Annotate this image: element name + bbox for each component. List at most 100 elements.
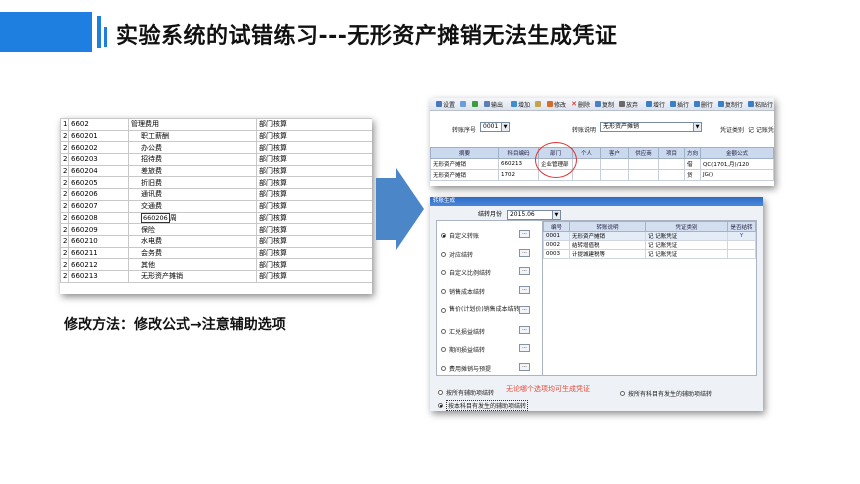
toolbar-button[interactable] bbox=[458, 101, 469, 107]
more-button[interactable]: ... bbox=[519, 267, 530, 275]
radio-icon[interactable] bbox=[441, 347, 446, 352]
grid-cell[interactable] bbox=[658, 158, 685, 170]
grid-cell[interactable] bbox=[600, 158, 629, 170]
more-button[interactable]: ... bbox=[519, 249, 530, 257]
more-button[interactable]: ... bbox=[519, 326, 530, 334]
toolbar-button[interactable]: 复制 bbox=[593, 100, 616, 109]
code-cell: 660207 bbox=[68, 199, 129, 213]
grid-cell[interactable] bbox=[658, 169, 685, 181]
toolbar-button[interactable]: 设置 bbox=[434, 100, 457, 109]
more-button[interactable]: ... bbox=[519, 286, 530, 294]
transfer-type-option[interactable]: 汇兑损益结转 bbox=[441, 327, 485, 336]
toolbar-icon bbox=[718, 101, 725, 107]
grid-cell[interactable] bbox=[628, 169, 659, 181]
toolbar-button[interactable]: 插行 bbox=[668, 100, 691, 109]
toolbar-button[interactable]: ✕ 删除 bbox=[569, 100, 592, 109]
toolbar-button[interactable]: 放弃 bbox=[617, 100, 640, 109]
grid-cell[interactable]: 无形资产摊销 bbox=[430, 158, 499, 170]
dept-cell: 部门核算 bbox=[256, 269, 372, 283]
radio-icon[interactable] bbox=[441, 270, 446, 275]
aux-option[interactable]: 按本科目有发生的辅助项结转 bbox=[438, 400, 529, 411]
toolbar-button[interactable] bbox=[470, 101, 481, 107]
toolbar-button[interactable]: 删行 bbox=[692, 100, 715, 109]
transfer-type-option[interactable]: 售价(计划价)销售成本结转 bbox=[441, 307, 521, 313]
column-header: 编号 bbox=[543, 221, 570, 232]
radio-icon[interactable] bbox=[441, 233, 446, 238]
toolbar-icon bbox=[460, 101, 467, 107]
radio-icon[interactable] bbox=[441, 329, 446, 334]
grid-cell[interactable]: 无形资产摊销 bbox=[430, 169, 499, 181]
grid-cell[interactable]: QC(1701,月)/120 bbox=[700, 158, 774, 170]
level-cell: 2 bbox=[60, 164, 69, 178]
radio-icon[interactable] bbox=[441, 366, 446, 371]
name-cell: 办公费 bbox=[128, 141, 257, 155]
seq-select[interactable]: 0001 ▼ bbox=[480, 122, 510, 132]
radio-icon[interactable] bbox=[441, 289, 446, 294]
more-button[interactable]: ... bbox=[519, 230, 530, 238]
toolbar-button[interactable]: 输出 bbox=[482, 100, 505, 109]
transfer-type-option[interactable]: 销售成本结转 bbox=[441, 287, 485, 296]
toolbar-button[interactable]: 修改 bbox=[545, 100, 568, 109]
grid-cell[interactable] bbox=[600, 169, 629, 181]
dept-cell: 部门核算 bbox=[256, 118, 372, 131]
grid-cell[interactable]: 借 bbox=[684, 158, 701, 170]
grid-cell[interactable] bbox=[572, 169, 601, 181]
grid-cell[interactable]: 贷 bbox=[684, 169, 701, 181]
table-row: 2 660208 660206 周部门核算 bbox=[60, 211, 372, 225]
desc-value: 无形资产摊销 bbox=[603, 123, 640, 130]
aux-option[interactable]: 按所有辅助项结转 bbox=[438, 388, 494, 397]
more-button[interactable]: ... bbox=[519, 344, 530, 352]
radio-icon[interactable] bbox=[620, 391, 625, 396]
more-button[interactable]: ... bbox=[519, 363, 530, 371]
table-row[interactable]: 0002 结转增值税记 记账凭证 bbox=[543, 240, 756, 250]
period-select[interactable]: 2015.06 ▼ bbox=[506, 209, 561, 220]
aux-option[interactable]: 按所有科目有发生的辅助项结转 bbox=[620, 389, 712, 398]
table-row[interactable]: 0003 计提城建税等记 记账凭证 bbox=[543, 249, 756, 259]
grid-cell[interactable]: 660213 bbox=[498, 158, 539, 170]
transfer-list-grid: 编号 转账说明 凭证类别 是否结转 0001 无形资产摊销记 记账凭证 Y 0002 结转增值… bbox=[543, 221, 756, 259]
toolbar-icon bbox=[436, 101, 442, 107]
column-header: 凭证类别 bbox=[645, 221, 728, 232]
column-header: 科目编码 bbox=[498, 147, 539, 159]
table-row: 2 660205 折旧费 部门核算 bbox=[60, 176, 372, 190]
grid-cell: 结转增值税 bbox=[569, 240, 646, 250]
toolbar-button[interactable]: 粘贴行 bbox=[746, 100, 774, 109]
toolbar-button[interactable]: 复制行 bbox=[716, 100, 745, 109]
radio-icon[interactable] bbox=[438, 390, 443, 395]
radio-icon[interactable] bbox=[441, 307, 446, 313]
transfer-type-option[interactable]: 期间损益结转 bbox=[441, 345, 485, 354]
transfer-type-option[interactable]: 自定义转账 bbox=[441, 231, 479, 240]
grid-cell: 记 记账凭证 bbox=[645, 240, 728, 250]
radio-icon[interactable] bbox=[441, 252, 446, 257]
grid-cell[interactable]: 1702 bbox=[498, 169, 539, 181]
column-header: 项目 bbox=[658, 147, 685, 159]
transfer-type-option[interactable]: 费用摊销与预提 bbox=[441, 364, 491, 373]
code-cell: 660202 bbox=[68, 141, 129, 155]
more-button[interactable]: ... bbox=[519, 306, 530, 314]
grid-cell[interactable] bbox=[628, 158, 659, 170]
level-cell: 2 bbox=[60, 269, 69, 283]
desc-select[interactable]: 无形资产摊销 ▼ bbox=[600, 122, 702, 132]
code-cell: 660209 bbox=[68, 223, 129, 236]
name-cell: 通讯费 bbox=[128, 188, 257, 201]
account-spreadsheet: 1 6602 管理费用 部门核算 2 660201 职工薪酬 部门核算 2 660202 办公费 部门… bbox=[60, 118, 372, 294]
transfer-type-option[interactable]: 对应结转 bbox=[441, 250, 473, 259]
toolbar-icon bbox=[670, 101, 676, 107]
toolbar-button[interactable]: 增加 bbox=[509, 100, 532, 109]
voucher-label: 凭证类别 bbox=[720, 127, 745, 134]
toolbar-button[interactable] bbox=[533, 101, 544, 107]
table-row[interactable]: 0001 无形资产摊销记 记账凭证 Y bbox=[543, 231, 756, 241]
toolbar-icon bbox=[472, 101, 479, 107]
grid-cell: 0001 bbox=[543, 231, 570, 241]
toolbar-label: 插行 bbox=[677, 101, 690, 109]
name-text: 差旅费 bbox=[141, 167, 162, 176]
option-label: 售价(计划价)销售成本结转 bbox=[449, 306, 520, 313]
table-row: 无形资产摊销 1702 贷 JG() bbox=[430, 169, 774, 181]
radio-icon[interactable] bbox=[438, 403, 443, 408]
toolbar-button[interactable]: 增行 bbox=[644, 100, 667, 109]
grid-cell[interactable]: JG() bbox=[700, 169, 774, 181]
grid-cell bbox=[727, 249, 756, 259]
name-cell: 交通费 bbox=[128, 199, 257, 213]
cell-edit-box[interactable]: 660206 bbox=[141, 212, 170, 223]
transfer-type-option[interactable]: 自定义比例结转 bbox=[441, 268, 491, 277]
